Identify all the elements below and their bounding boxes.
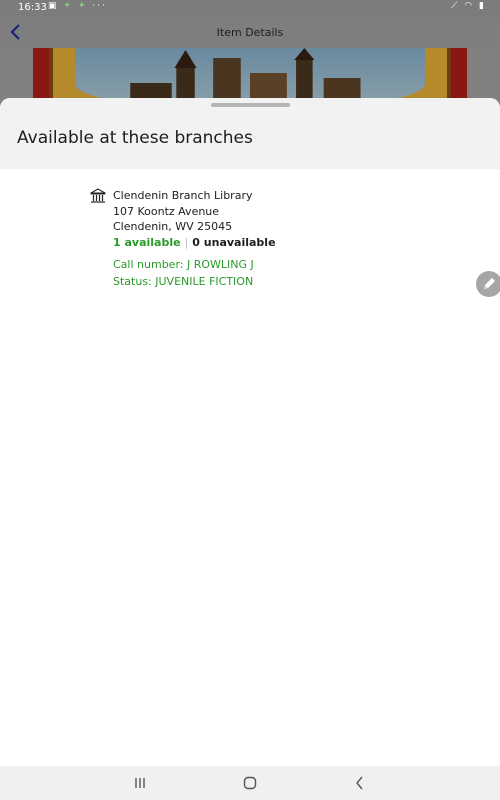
edit-button[interactable] bbox=[476, 271, 500, 297]
page-title: Item Details bbox=[216, 26, 284, 39]
pencil-icon bbox=[484, 278, 495, 289]
branch-address-line1: 107 Koontz Avenue bbox=[113, 204, 220, 218]
android-icon: ✦ bbox=[63, 1, 73, 11]
system-nav-bar bbox=[0, 766, 500, 800]
back-nav-button[interactable] bbox=[351, 774, 369, 792]
status-time: 16:33 bbox=[18, 2, 47, 13]
more-icon: ··· bbox=[92, 1, 107, 11]
branch-address-line2: Clendenin, WV 25045 bbox=[113, 220, 233, 233]
sheet-header: Available at these branches bbox=[0, 98, 500, 169]
home-icon bbox=[243, 776, 257, 790]
available-count: 1 available bbox=[113, 235, 181, 249]
system-icons: ⟋ ◠ ▮ bbox=[451, 1, 486, 11]
notification-icons: ▣ ✦ ✦ ··· bbox=[48, 1, 107, 11]
sheet-title: Available at these branches bbox=[17, 128, 253, 148]
back-icon bbox=[356, 776, 363, 790]
recent-apps-button[interactable] bbox=[131, 774, 149, 792]
signal-slash-icon: ⟋ bbox=[451, 1, 460, 11]
status-bar: 16:33 ▣ ✦ ✦ ··· ⟋ ◠ ▮ bbox=[0, 0, 500, 17]
unavailable-count: 0 unavailable bbox=[192, 235, 276, 249]
wifi-icon: ◠ bbox=[464, 1, 475, 11]
home-button[interactable] bbox=[241, 774, 259, 792]
drag-handle[interactable] bbox=[211, 103, 290, 107]
availability-separator: | bbox=[184, 235, 189, 249]
call-number: Call number: J ROWLING J bbox=[113, 258, 254, 271]
image-icon: ▣ bbox=[48, 1, 59, 11]
item-status: Status: JUVENILE FICTION bbox=[113, 274, 254, 288]
recent-apps-icon bbox=[135, 778, 145, 788]
branch-details: Clendenin Branch Library 107 Koontz Aven… bbox=[113, 188, 373, 290]
branch-name: Clendenin Branch Library bbox=[113, 189, 253, 202]
item-details: Call number: J ROWLING J Status: JUVENIL… bbox=[113, 257, 373, 290]
battery-icon: ▮ bbox=[479, 1, 486, 11]
availability-row: 1 available | 0 unavailable bbox=[113, 235, 373, 251]
branches-sheet: Available at these branches Clendenin Br… bbox=[0, 98, 500, 766]
android-icon: ✦ bbox=[77, 1, 88, 11]
app-bar: Item Details bbox=[0, 17, 500, 48]
library-building-icon bbox=[90, 188, 106, 203]
